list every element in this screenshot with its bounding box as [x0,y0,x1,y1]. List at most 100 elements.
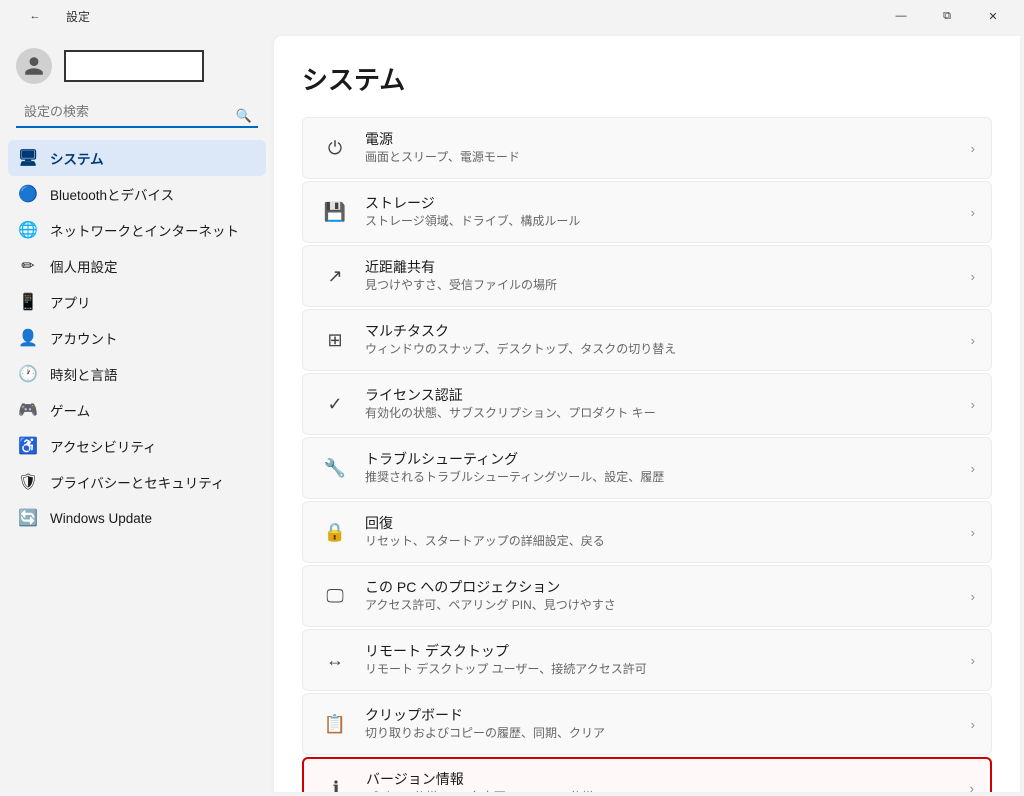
chevron-icon-activation: › [971,397,975,412]
nav-label-network: ネットワークとインターネット [50,220,239,240]
nav-label-personalization: 個人用設定 [50,256,118,276]
settings-text-storage: ストレージ ストレージ領域、ドライブ、構成ルール [365,194,963,230]
sidebar-item-windows-update[interactable]: 🔄 Windows Update [8,500,266,536]
settings-subtitle-activation: 有効化の状態、サブスクリプション、プロダクト キー [365,406,963,422]
chevron-icon-troubleshoot: › [971,461,975,476]
nav-icon-accessibility: ♿ [18,436,38,456]
title-bar: ← 設定 — ⧉ ✕ [0,0,1024,32]
user-name-box [64,50,204,82]
settings-icon-projection: 🖵 [319,580,351,612]
chevron-icon-remote-desktop: › [971,653,975,668]
sidebar-item-privacy[interactable]: 🛡 プライバシーとセキュリティ [8,464,266,500]
chevron-icon-storage: › [971,205,975,220]
settings-title-projection: この PC へのプロジェクション [365,578,963,596]
settings-icon-multitasking: ⊞ [319,324,351,356]
user-area [0,32,274,96]
settings-item-recovery[interactable]: 🔒 回復 リセット、スタートアップの詳細設定、戻る › [302,501,992,563]
chevron-icon-nearby-sharing: › [971,269,975,284]
nav-icon-network: 🌐 [18,220,38,240]
avatar [16,48,52,84]
nav-label-gaming: ゲーム [50,400,90,420]
nav-label-bluetooth: Bluetoothとデバイス [50,184,174,204]
nav-icon-windows-update: 🔄 [18,508,38,528]
main-content: システム ⏻ 電源 画面とスリープ、電源モード › 💾 ストレージ ストレージ領… [274,36,1020,792]
settings-item-clipboard[interactable]: 📋 クリップボード 切り取りおよびコピーの履歴、同期、クリア › [302,693,992,755]
search-container: 🔍 [0,96,274,136]
chevron-icon-clipboard: › [971,717,975,732]
settings-text-power: 電源 画面とスリープ、電源モード [365,130,963,166]
settings-subtitle-remote-desktop: リモート デスクトップ ユーザー、接続アクセス許可 [365,662,963,678]
chevron-icon-multitasking: › [971,333,975,348]
settings-icon-power: ⏻ [319,132,351,164]
settings-icon-troubleshoot: 🔧 [319,452,351,484]
page-title: システム [302,60,992,97]
settings-subtitle-multitasking: ウィンドウのスナップ、デスクトップ、タスクの切り替え [365,342,963,358]
settings-text-clipboard: クリップボード 切り取りおよびコピーの履歴、同期、クリア [365,706,963,742]
nav-icon-bluetooth: 🔵 [18,184,38,204]
sidebar-item-system[interactable]: 🖥 システム [8,140,266,176]
nav-icon-apps: 📱 [18,292,38,312]
settings-text-troubleshoot: トラブルシューティング 推奨されるトラブルシューティングツール、設定、履歴 [365,450,963,486]
settings-title-power: 電源 [365,130,963,148]
settings-title-multitasking: マルチタスク [365,322,963,340]
minimize-button[interactable]: — [878,0,924,32]
settings-title-clipboard: クリップボード [365,706,963,724]
nav-icon-time: 🕐 [18,364,38,384]
search-input[interactable] [16,96,258,128]
sidebar-item-gaming[interactable]: 🎮 ゲーム [8,392,266,428]
settings-title-remote-desktop: リモート デスクトップ [365,642,963,660]
close-button[interactable]: ✕ [970,0,1016,32]
settings-subtitle-power: 画面とスリープ、電源モード [365,150,963,166]
settings-title-activation: ライセンス認証 [365,386,963,404]
nav-label-apps: アプリ [50,292,91,312]
sidebar-item-network[interactable]: 🌐 ネットワークとインターネット [8,212,266,248]
chevron-icon-recovery: › [971,525,975,540]
settings-item-activation[interactable]: ✓ ライセンス認証 有効化の状態、サブスクリプション、プロダクト キー › [302,373,992,435]
settings-text-projection: この PC へのプロジェクション アクセス許可、ペアリング PIN、見つけやすさ [365,578,963,614]
sidebar-item-apps[interactable]: 📱 アプリ [8,284,266,320]
chevron-icon-projection: › [971,589,975,604]
settings-text-nearby-sharing: 近距離共有 見つけやすさ、受信ファイルの場所 [365,258,963,294]
sidebar-item-personalization[interactable]: ✏ 個人用設定 [8,248,266,284]
nav-label-accounts: アカウント [50,328,118,348]
settings-subtitle-clipboard: 切り取りおよびコピーの履歴、同期、クリア [365,726,963,742]
settings-item-storage[interactable]: 💾 ストレージ ストレージ領域、ドライブ、構成ルール › [302,181,992,243]
settings-title-recovery: 回復 [365,514,963,532]
sidebar-item-accounts[interactable]: 👤 アカウント [8,320,266,356]
nav-label-windows-update: Windows Update [50,511,152,526]
nav-items: 🖥 システム 🔵 Bluetoothとデバイス 🌐 ネットワークとインターネット… [0,136,274,796]
sidebar-item-time[interactable]: 🕐 時刻と言語 [8,356,266,392]
nav-label-privacy: プライバシーとセキュリティ [50,472,224,492]
sidebar-item-bluetooth[interactable]: 🔵 Bluetoothとデバイス [8,176,266,212]
settings-item-multitasking[interactable]: ⊞ マルチタスク ウィンドウのスナップ、デスクトップ、タスクの切り替え › [302,309,992,371]
settings-title-troubleshoot: トラブルシューティング [365,450,963,468]
chevron-icon-power: › [971,141,975,156]
nav-icon-gaming: 🎮 [18,400,38,420]
settings-list: ⏻ 電源 画面とスリープ、電源モード › 💾 ストレージ ストレージ領域、ドライ… [302,117,992,792]
settings-subtitle-projection: アクセス許可、ペアリング PIN、見つけやすさ [365,598,963,614]
settings-item-troubleshoot[interactable]: 🔧 トラブルシューティング 推奨されるトラブルシューティングツール、設定、履歴 … [302,437,992,499]
nav-icon-privacy: 🛡 [18,472,38,492]
settings-icon-nearby-sharing: ↗ [319,260,351,292]
nav-icon-system: 🖥 [18,148,38,168]
settings-item-power[interactable]: ⏻ 電源 画面とスリープ、電源モード › [302,117,992,179]
settings-item-projection[interactable]: 🖵 この PC へのプロジェクション アクセス許可、ペアリング PIN、見つけや… [302,565,992,627]
settings-icon-recovery: 🔒 [319,516,351,548]
settings-subtitle-version-info: デバイス仕様、PC 名変更、Windows 仕様 [366,790,962,792]
settings-text-multitasking: マルチタスク ウィンドウのスナップ、デスクトップ、タスクの切り替え [365,322,963,358]
settings-icon-activation: ✓ [319,388,351,420]
settings-item-version-info[interactable]: ℹ バージョン情報 デバイス仕様、PC 名変更、Windows 仕様 › [302,757,992,792]
restore-button[interactable]: ⧉ [924,0,970,32]
sidebar-item-accessibility[interactable]: ♿ アクセシビリティ [8,428,266,464]
nav-icon-personalization: ✏ [18,256,38,276]
nav-label-accessibility: アクセシビリティ [50,436,157,456]
nav-label-time: 時刻と言語 [50,364,118,384]
back-button[interactable]: ← [12,0,58,32]
settings-title-storage: ストレージ [365,194,963,212]
settings-subtitle-nearby-sharing: 見つけやすさ、受信ファイルの場所 [365,278,963,294]
settings-item-remote-desktop[interactable]: ↔ リモート デスクトップ リモート デスクトップ ユーザー、接続アクセス許可 … [302,629,992,691]
settings-title-version-info: バージョン情報 [366,770,962,788]
settings-item-nearby-sharing[interactable]: ↗ 近距離共有 見つけやすさ、受信ファイルの場所 › [302,245,992,307]
settings-text-activation: ライセンス認証 有効化の状態、サブスクリプション、プロダクト キー [365,386,963,422]
settings-subtitle-recovery: リセット、スタートアップの詳細設定、戻る [365,534,963,550]
